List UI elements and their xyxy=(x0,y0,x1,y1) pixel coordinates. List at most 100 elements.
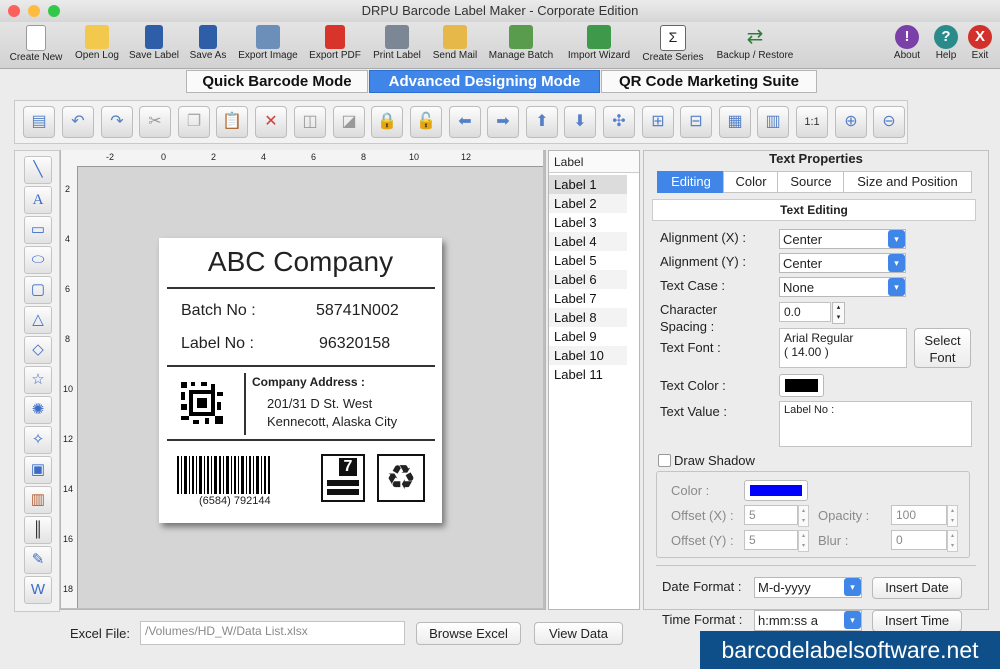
triangle-tool-icon[interactable]: △ xyxy=(24,306,52,334)
label-no-value[interactable]: 96320158 xyxy=(319,335,390,353)
move-down-icon[interactable]: ⬇ xyxy=(564,106,596,138)
excel-file-input[interactable]: /Volumes/HD_W/Data List.xlsx xyxy=(140,621,405,645)
alignment-y-select[interactable]: Center ▾ xyxy=(779,253,906,273)
spacing-stepper[interactable]: ▴ ▾ xyxy=(832,302,845,324)
tab-quick-barcode-mode[interactable]: Quick Barcode Mode xyxy=(186,70,368,93)
address-line-2[interactable]: Kennecott, Alaska City xyxy=(267,414,397,429)
text-case-select[interactable]: None ▾ xyxy=(779,277,906,297)
save-as-button[interactable]: Save As xyxy=(184,22,232,68)
divider-line[interactable] xyxy=(167,365,435,367)
watermark-tool-icon[interactable]: W xyxy=(24,576,52,604)
browse-excel-button[interactable]: Browse Excel xyxy=(416,622,521,645)
undo-icon[interactable]: ↶ xyxy=(62,106,94,138)
time-format-select[interactable]: h:mm:ss a ▾ xyxy=(754,610,862,631)
offset-y-input[interactable]: 5 xyxy=(744,530,798,550)
list-item[interactable]: Label 1 xyxy=(549,175,627,194)
line-tool-icon[interactable]: ╲ xyxy=(24,156,52,184)
insert-time-button[interactable]: Insert Time xyxy=(872,610,962,632)
ellipse-tool-icon[interactable]: ⬭ xyxy=(24,246,52,274)
tab-advanced-designing-mode[interactable]: Advanced Designing Mode xyxy=(369,70,600,93)
tab-qr-code-marketing-suite[interactable]: QR Code Marketing Suite xyxy=(601,70,817,93)
list-item[interactable]: Label 7 xyxy=(549,289,627,308)
ruler-icon[interactable]: ▥ xyxy=(757,106,789,138)
save-label-button[interactable]: Save Label xyxy=(126,22,182,68)
select-font-button[interactable]: Select Font xyxy=(914,328,971,368)
qr-code[interactable] xyxy=(179,380,225,426)
company-address-title[interactable]: Company Address : xyxy=(252,375,365,389)
linear-barcode[interactable] xyxy=(177,456,271,494)
batch-no-label[interactable]: Batch No : xyxy=(181,302,256,320)
lock-icon[interactable]: 🔒 xyxy=(371,106,403,138)
rounded-rectangle-tool-icon[interactable]: ▢ xyxy=(24,276,52,304)
open-log-button[interactable]: Open Log xyxy=(70,22,124,68)
draw-shadow-checkbox[interactable] xyxy=(658,454,671,467)
text-color-swatch[interactable] xyxy=(779,374,824,397)
view-data-button[interactable]: View Data xyxy=(534,622,623,645)
burst-tool-icon[interactable]: ✺ xyxy=(24,396,52,424)
opacity-input[interactable]: 100 xyxy=(891,505,947,525)
align-horizontal-icon[interactable]: ⊟ xyxy=(680,106,712,138)
insert-date-button[interactable]: Insert Date xyxy=(872,577,962,599)
tab-size-and-position[interactable]: Size and Position xyxy=(843,171,972,193)
picture-tool-icon[interactable]: ▣ xyxy=(24,456,52,484)
move-up-icon[interactable]: ⬆ xyxy=(526,106,558,138)
company-name-text[interactable]: ABC Company xyxy=(159,246,442,278)
export-pdf-button[interactable]: Export PDF xyxy=(304,22,366,68)
bring-front-icon[interactable]: ◫ xyxy=(294,106,326,138)
minimize-window-button[interactable] xyxy=(28,5,40,17)
properties-icon[interactable]: ▤ xyxy=(23,106,55,138)
rectangle-tool-icon[interactable]: ▭ xyxy=(24,216,52,244)
center-icon[interactable]: ✣ xyxy=(603,106,635,138)
copy-icon[interactable]: ❐ xyxy=(178,106,210,138)
batch-no-value[interactable]: 58741N002 xyxy=(316,302,399,320)
list-item[interactable]: Label 6 xyxy=(549,270,627,289)
actual-size-icon[interactable]: 1:1 xyxy=(796,106,828,138)
import-wizard-button[interactable]: Import Wizard xyxy=(562,22,636,68)
diamond-tool-icon[interactable]: ◇ xyxy=(24,336,52,364)
list-item[interactable]: Label 4 xyxy=(549,232,627,251)
list-item[interactable]: Label 8 xyxy=(549,308,627,327)
hazard-symbol[interactable]: 7 xyxy=(321,454,365,502)
list-item[interactable]: Label 9 xyxy=(549,327,627,346)
close-window-button[interactable] xyxy=(8,5,20,17)
delete-icon[interactable]: ✕ xyxy=(255,106,287,138)
zoom-out-icon[interactable]: ⊖ xyxy=(873,106,905,138)
blur-input[interactable]: 0 xyxy=(891,530,947,550)
date-format-select[interactable]: M-d-yyyy ▾ xyxy=(754,577,862,598)
list-item[interactable]: Label 3 xyxy=(549,213,627,232)
text-tool-icon[interactable]: A xyxy=(24,186,52,214)
create-series-button[interactable]: Σ Create Series xyxy=(638,22,708,68)
barcode-text[interactable]: (6584) 792144 xyxy=(199,495,271,507)
vertical-divider[interactable] xyxy=(244,373,246,435)
signature-tool-icon[interactable]: ✎ xyxy=(24,546,52,574)
send-mail-button[interactable]: Send Mail xyxy=(428,22,482,68)
shadow-color-swatch[interactable] xyxy=(744,480,808,501)
export-image-button[interactable]: Export Image xyxy=(234,22,302,68)
move-right-icon[interactable]: ➡ xyxy=(487,106,519,138)
list-item[interactable]: Label 2 xyxy=(549,194,627,213)
backup-restore-button[interactable]: ⇄ Backup / Restore xyxy=(712,22,798,68)
help-button[interactable]: ? Help xyxy=(928,22,964,68)
text-value-input[interactable]: Label No : xyxy=(779,401,972,447)
grid-icon[interactable]: ▦ xyxy=(719,106,751,138)
zoom-in-icon[interactable]: ⊕ xyxy=(835,106,867,138)
character-spacing-input[interactable]: 0.0 xyxy=(779,302,831,322)
offset-x-stepper[interactable]: ▴ ▾ xyxy=(798,505,809,527)
list-item[interactable]: Label 5 xyxy=(549,251,627,270)
recycle-symbol[interactable]: ♻ xyxy=(377,454,425,502)
redo-icon[interactable]: ↷ xyxy=(101,106,133,138)
arrow-shape-tool-icon[interactable]: ✧ xyxy=(24,426,52,454)
tab-editing[interactable]: Editing xyxy=(657,171,725,193)
paste-icon[interactable]: 📋 xyxy=(216,106,248,138)
create-new-button[interactable]: Create New xyxy=(6,22,66,68)
zoom-window-button[interactable] xyxy=(48,5,60,17)
print-label-button[interactable]: Print Label xyxy=(368,22,426,68)
align-vertical-icon[interactable]: ⊞ xyxy=(642,106,674,138)
offset-x-input[interactable]: 5 xyxy=(744,505,798,525)
manage-batch-button[interactable]: Manage Batch xyxy=(484,22,558,68)
move-left-icon[interactable]: ⬅ xyxy=(449,106,481,138)
tab-color[interactable]: Color xyxy=(723,171,779,193)
address-line-1[interactable]: 201/31 D St. West xyxy=(267,396,372,411)
offset-y-stepper[interactable]: ▴ ▾ xyxy=(798,530,809,552)
divider-line[interactable] xyxy=(167,287,435,289)
